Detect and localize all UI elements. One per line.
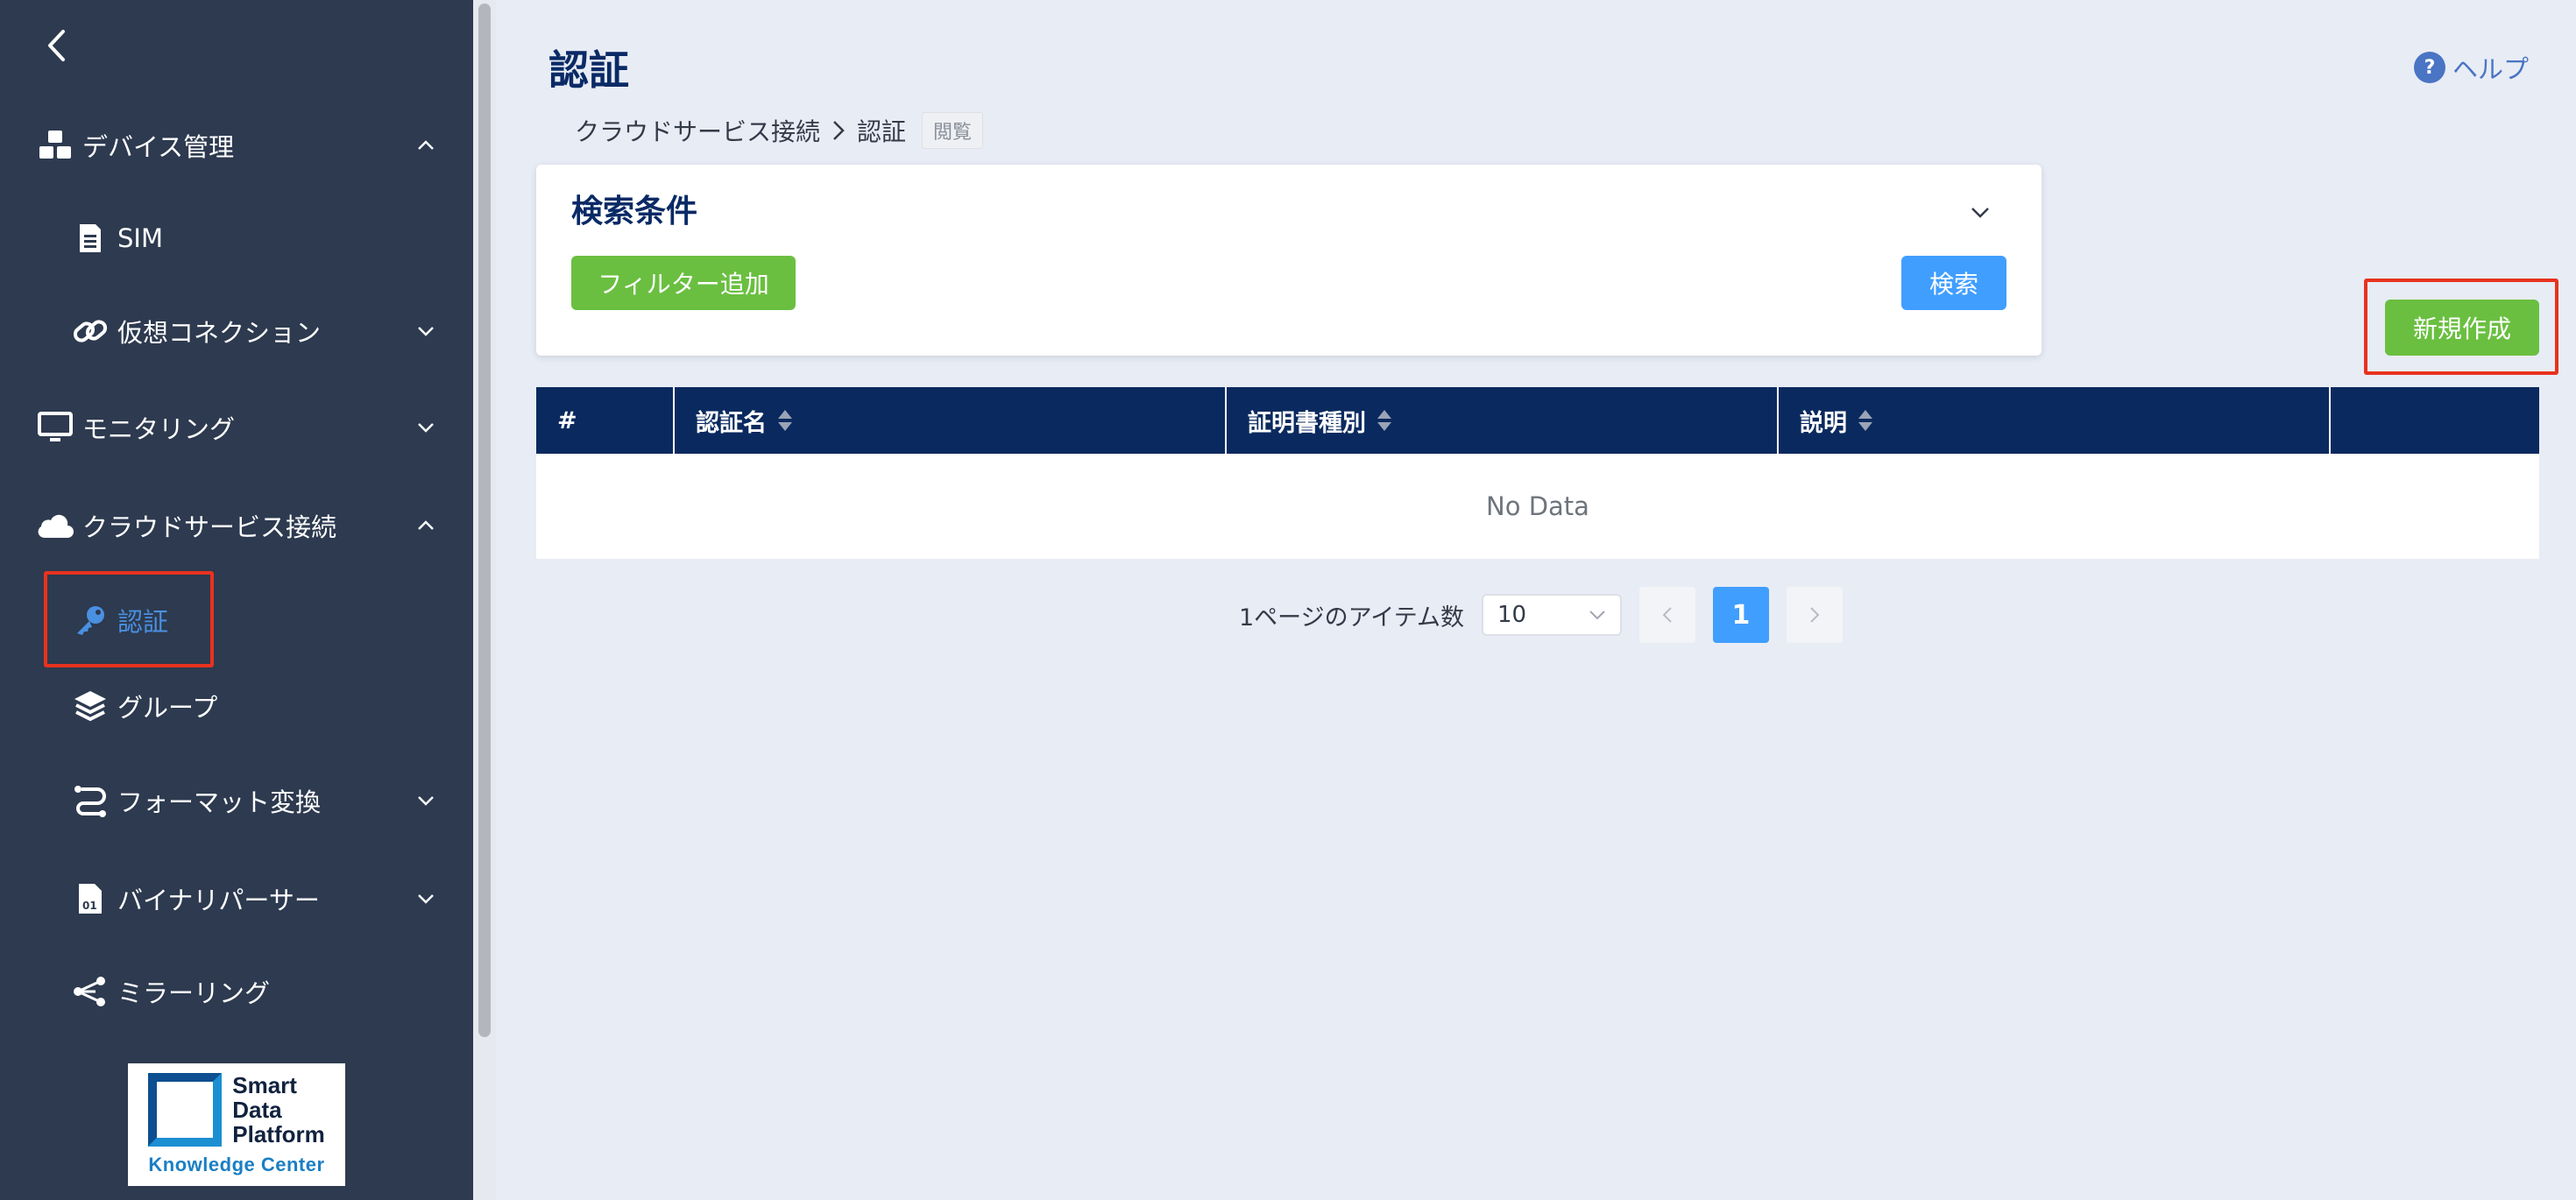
help-link[interactable]: ? ヘルプ (2413, 49, 2529, 86)
page-title: 認証 (548, 46, 629, 94)
share-icon (70, 971, 110, 1012)
search-panel-toggle[interactable] (1966, 198, 1994, 226)
layers-icon (70, 686, 110, 726)
chevron-left-icon (48, 30, 65, 61)
cubes-icon (35, 125, 75, 166)
sort-icon[interactable] (777, 409, 793, 432)
sidebar-item-label: グループ (117, 693, 218, 723)
breadcrumb-current: 認証 (857, 117, 907, 146)
column-header-actions (2331, 387, 2539, 454)
create-new-button[interactable]: 新規作成 (2385, 300, 2539, 356)
sim-card-icon (70, 218, 110, 258)
chevron-down-icon (1971, 207, 1989, 218)
items-per-page-label: 1ページのアイテム数 (1239, 604, 1464, 632)
chevron-up-icon (414, 513, 438, 538)
column-header-index: # (536, 387, 675, 454)
next-page-button[interactable] (1786, 587, 1843, 643)
knowledge-center-logo[interactable]: Smart Data Platform Knowledge Center (128, 1063, 345, 1186)
chevron-down-icon (414, 788, 438, 813)
table-empty-row: No Data (536, 454, 2539, 559)
breadcrumb-parent[interactable]: クラウドサービス接続 (575, 113, 820, 148)
sidebar-item-mirroring[interactable]: ミラーリング (70, 964, 438, 1020)
chevron-down-icon (1589, 611, 1605, 620)
column-header-description[interactable]: 説明 (1779, 387, 2331, 454)
add-filter-button[interactable]: フィルター追加 (571, 256, 796, 310)
sidebar-item-sim[interactable]: SIM (70, 210, 438, 266)
sidebar-item-label: モニタリング (82, 414, 236, 444)
sidebar-item-label: ミラーリング (117, 978, 271, 1008)
page-number-button[interactable]: 1 (1712, 587, 1769, 643)
pagination: 1ページのアイテム数 10 1 (1239, 587, 1843, 643)
format-convert-icon (70, 780, 110, 821)
page-size-select[interactable]: 10 (1481, 594, 1622, 636)
sidebar: デバイス管理 SIM 仮想コネクション モニタリング クラウドサービス接続 認証… (0, 0, 473, 1200)
sidebar-item-virtual-connection[interactable]: 仮想コネクション (70, 303, 438, 359)
chevron-right-icon (832, 120, 845, 141)
authentication-table: # 認証名 証明書種別 説明 No Data (536, 387, 2539, 559)
view-mode-badge: 閲覧 (922, 112, 984, 149)
search-panel-title: 検索条件 (571, 194, 698, 229)
sidebar-item-binary-parser[interactable]: 01 バイナリパーサー (70, 871, 438, 927)
sidebar-item-label: クラウドサービス接続 (82, 512, 337, 542)
chevron-left-icon (1662, 607, 1672, 623)
cloud-icon (35, 505, 75, 546)
prev-page-button[interactable] (1638, 587, 1695, 643)
chevron-down-icon (414, 886, 438, 911)
page-size-value: 10 (1497, 602, 1527, 628)
breadcrumb: クラウドサービス接続 認証 閲覧 (575, 112, 984, 149)
sidebar-item-device-management[interactable]: デバイス管理 (35, 117, 438, 173)
collapse-sidebar-button[interactable] (39, 26, 74, 65)
sidebar-item-label: デバイス管理 (82, 132, 235, 162)
sidebar-item-group[interactable]: グループ (70, 678, 438, 734)
sidebar-item-label: 仮想コネクション (117, 318, 322, 348)
search-conditions-panel: 検索条件 フィルター追加 検索 (536, 165, 2042, 356)
sidebar-item-cloud-service[interactable]: クラウドサービス接続 (35, 498, 438, 554)
column-header-certificate-type[interactable]: 証明書種別 (1227, 387, 1779, 454)
highlight-box (44, 571, 214, 667)
chevron-right-icon (1810, 607, 1820, 623)
sidebar-item-label: SIM (117, 223, 163, 253)
chevron-up-icon (414, 133, 438, 158)
sidebar-item-monitoring[interactable]: モニタリング (35, 399, 438, 455)
svg-text:01: 01 (82, 900, 97, 912)
sidebar-scrollbar-thumb[interactable] (478, 4, 491, 1037)
question-icon: ? (2413, 52, 2445, 83)
chevron-down-icon (414, 415, 438, 440)
sidebar-item-format-conversion[interactable]: フォーマット変換 (70, 773, 438, 829)
monitor-icon (35, 407, 75, 448)
chevron-down-icon (414, 319, 438, 343)
sidebar-item-label: バイナリパーサー (117, 886, 320, 915)
sidebar-item-label: フォーマット変換 (117, 787, 322, 817)
search-button[interactable]: 検索 (1901, 256, 2006, 310)
sort-icon[interactable] (1376, 409, 1392, 432)
binary-file-icon: 01 (70, 879, 110, 919)
column-header-name[interactable]: 認証名 (675, 387, 1227, 454)
sort-icon[interactable] (1858, 409, 1873, 432)
table-header: # 認証名 証明書種別 説明 (536, 387, 2539, 454)
help-label: ヘルプ (2452, 54, 2529, 84)
empty-state-text: No Data (1486, 491, 1589, 521)
logo-mark (148, 1073, 223, 1147)
link-icon (70, 311, 110, 351)
